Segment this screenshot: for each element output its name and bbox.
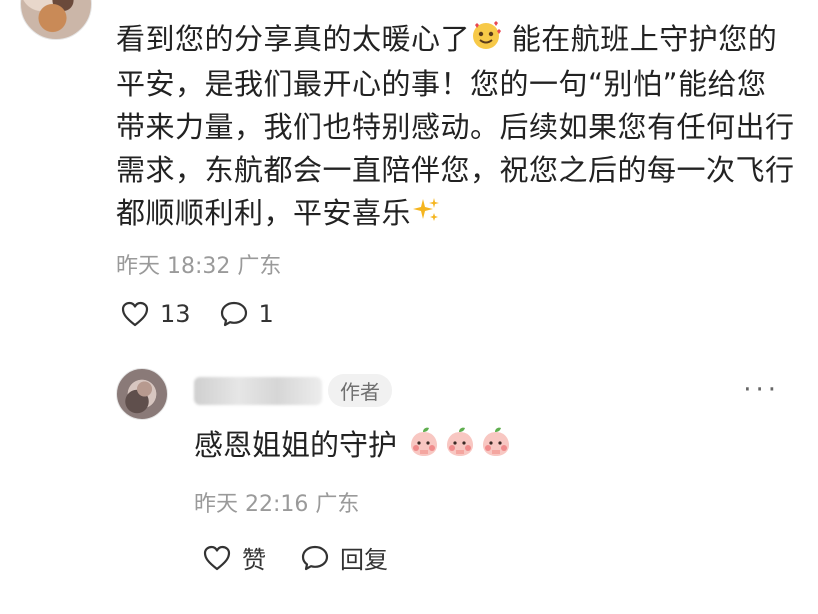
- peach-face-emoji: [478, 424, 514, 470]
- like-count: 13: [160, 300, 191, 328]
- reply-actions: 赞 回复: [202, 540, 388, 575]
- sparkles-emoji: [411, 194, 441, 237]
- comment-bubble-icon: [301, 545, 329, 570]
- reply-text-content: 感恩姐姐的守护: [194, 428, 398, 462]
- like-button[interactable]: 13: [120, 300, 191, 328]
- more-dots-icon[interactable]: ···: [743, 377, 780, 403]
- comment-actions: 13 1: [120, 300, 274, 328]
- heart-outline-icon: [121, 301, 149, 327]
- reply-like-button[interactable]: 赞: [202, 540, 266, 575]
- reply-like-label: 赞: [242, 546, 266, 574]
- reply-reply-label: 回复: [340, 546, 388, 574]
- heart-outline-icon: [203, 545, 231, 570]
- reply-location: 广东: [315, 492, 360, 517]
- reply-count-button[interactable]: 1: [219, 300, 274, 328]
- peach-face-emoji: [442, 424, 478, 470]
- reply-text: 感恩姐姐的守护: [194, 424, 514, 470]
- reply-meta: 昨天 22:16 广东: [194, 486, 359, 518]
- comment-meta: 昨天 18:32 广东: [116, 248, 281, 280]
- comment-bubble-icon: [220, 301, 247, 327]
- avatar-commenter[interactable]: [20, 0, 92, 40]
- comment-text-part1: 看到您的分享真的太暖心了: [116, 22, 471, 56]
- comment-location: 广东: [237, 254, 282, 279]
- author-badge: 作者: [328, 374, 392, 407]
- smiling-face-with-hearts-emoji: [470, 19, 502, 63]
- avatar-author[interactable]: [116, 368, 168, 420]
- reply-reply-button[interactable]: 回复: [300, 540, 388, 575]
- comment-text: 看到您的分享真的太暖心了 能在航班上守护您的平安，是我们最开心的事！您的一句“别…: [116, 18, 796, 237]
- reply-header: 作者: [194, 374, 392, 407]
- author-name-redacted[interactable]: [194, 376, 322, 405]
- comment-time: 昨天 18:32: [116, 254, 231, 279]
- reply-time: 昨天 22:16: [194, 492, 309, 517]
- reply-count: 1: [258, 300, 274, 328]
- peach-face-emoji: [406, 424, 442, 470]
